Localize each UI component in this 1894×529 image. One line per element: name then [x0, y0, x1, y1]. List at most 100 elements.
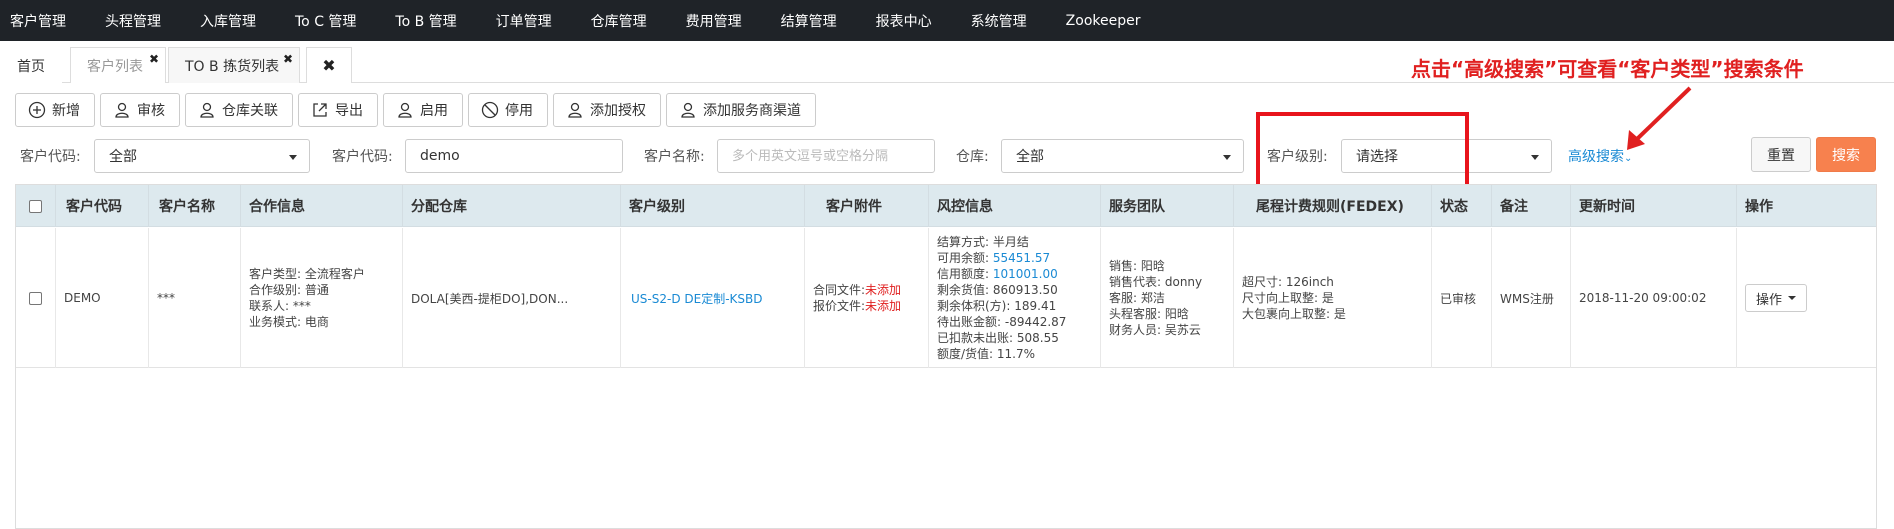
risk-deducted: 已扣款未出账: 508.55: [937, 331, 1059, 345]
risk-goods-value: 剩余货值: 860913.50: [937, 283, 1058, 297]
close-icon[interactable]: ✖: [149, 52, 159, 66]
add-authorization-button[interactable]: 添加授权: [553, 93, 661, 127]
nav-item-warehouse[interactable]: 仓库管理: [591, 11, 647, 31]
nav-item-toc[interactable]: To C 管理: [295, 11, 356, 31]
risk-volume: 剩余体积(方): 189.41: [937, 299, 1057, 313]
select-all-checkbox[interactable]: [29, 199, 42, 213]
header-customer-level: 客户级别: [621, 185, 805, 227]
risk-credit: 信用额度: 101001.00: [937, 266, 1066, 282]
tab-customer-list[interactable]: 客户列表 ✖: [70, 47, 166, 83]
cell-warehouse: DOLA[美西-提柜DO],DON...: [403, 228, 621, 368]
customer-code-input[interactable]: [420, 148, 622, 164]
cell-updated-time: 2018-11-20 09:00:02: [1571, 228, 1737, 368]
team-line: 销售代表: donny: [1109, 275, 1203, 289]
cell-customer-level: US-S2-D DE定制-KSBD: [621, 228, 805, 368]
nav-item-report[interactable]: 报表中心: [876, 11, 932, 31]
button-label: 添加授权: [590, 103, 646, 119]
attachment-label: 报价文件:: [813, 299, 866, 313]
cell-remark: WMS注册: [1492, 228, 1571, 368]
nav-item-fee[interactable]: 费用管理: [686, 11, 742, 31]
header-coop-info: 合作信息: [241, 185, 403, 227]
annotation-text: 点击“高级搜索”可查看“客户类型”搜索条件: [1411, 57, 1804, 81]
table-row: DEMO *** 客户类型: 全流程客户 合作级别: 普通 联系人: *** 业…: [16, 228, 1876, 368]
tab-label: 首页: [17, 58, 45, 75]
operation-dropdown-button[interactable]: 操作: [1745, 284, 1808, 312]
disable-button[interactable]: 停用: [468, 93, 548, 127]
nav-item-zookeeper[interactable]: Zookeeper: [1066, 13, 1141, 29]
link-warehouse-button[interactable]: 仓库关联: [185, 93, 293, 127]
cell-service-team: 销售: 阳晗 销售代表: donny 客服: 郑洁 头程客服: 阳晗 财务人员:…: [1101, 228, 1234, 368]
table-header: 客户代码 客户名称 合作信息 分配仓库 客户级别 客户附件 风控信息 服务团队 …: [16, 185, 1876, 227]
risk-balance-value[interactable]: 55451.57: [993, 251, 1050, 265]
export-icon: [313, 103, 327, 117]
search-button[interactable]: 搜索: [1816, 137, 1876, 172]
nav-item-system[interactable]: 系统管理: [971, 11, 1027, 31]
ban-icon: [481, 101, 499, 119]
team-line: 财务人员: 吴苏云: [1109, 323, 1201, 337]
header-updated-time: 更新时间: [1571, 185, 1737, 227]
fedex-line: 尺寸向上取整: 是: [1242, 291, 1334, 305]
nav-item-tob[interactable]: To B 管理: [395, 11, 456, 31]
risk-pending: 待出账金额: -89442.87: [937, 315, 1067, 329]
reset-button[interactable]: 重置: [1751, 137, 1811, 172]
nav-item-customer[interactable]: 客户管理: [10, 11, 66, 31]
toolbar: 新增 审核 仓库关联 导出 启用 停用 添加授权 添加服务商渠道: [15, 93, 821, 127]
attachment-line: 合同文件:未添加: [813, 282, 901, 298]
cell-risk-info: 结算方式: 半月结 可用余额: 55451.57 信用额度: 101001.00…: [929, 228, 1101, 368]
row-select-cell: [16, 228, 56, 368]
add-button[interactable]: 新增: [15, 93, 95, 127]
team-line: 头程客服: 阳晗: [1109, 307, 1189, 321]
warehouse-select[interactable]: 全部: [1001, 139, 1244, 173]
header-attachments: 客户附件: [805, 185, 929, 227]
user-icon: [568, 102, 582, 118]
team-line: 销售: 阳晗: [1109, 259, 1165, 273]
button-label: 启用: [420, 103, 448, 119]
enable-button[interactable]: 启用: [383, 93, 463, 127]
close-all-tabs-button[interactable]: ✖: [306, 47, 352, 83]
risk-ratio: 额度/货值: 11.7%: [937, 347, 1036, 361]
nav-item-settlement[interactable]: 结算管理: [781, 11, 837, 31]
user-icon: [115, 102, 129, 118]
header-risk-info: 风控信息: [929, 185, 1101, 227]
nav-item-inbound[interactable]: 入库管理: [200, 11, 256, 31]
advanced-search-link[interactable]: 高级搜索⌄: [1568, 146, 1632, 166]
header-warehouse: 分配仓库: [403, 185, 621, 227]
row-checkbox[interactable]: [29, 291, 42, 305]
fedex-line: 超尺寸: 126inch: [1242, 275, 1334, 289]
cell-fedex-rule: 超尺寸: 126inch 尺寸向上取整: 是 大包裹向上取整: 是: [1234, 228, 1432, 368]
cell-status: 已审核: [1432, 228, 1492, 368]
customer-code-input-box: [405, 139, 623, 173]
attachment-status[interactable]: 未添加: [865, 283, 901, 297]
risk-credit-value[interactable]: 101001.00: [993, 267, 1058, 281]
customer-code-select[interactable]: 全部: [94, 139, 310, 173]
customer-name-input[interactable]: [732, 148, 934, 164]
button-label: 停用: [505, 103, 533, 119]
add-provider-channel-button[interactable]: 添加服务商渠道: [666, 93, 816, 127]
select-value: 全部: [1016, 149, 1044, 165]
user-icon: [681, 102, 695, 118]
audit-button[interactable]: 审核: [100, 93, 180, 127]
tab-label: TO B 拣货列表: [185, 58, 280, 75]
caret-down-icon: [1788, 296, 1797, 300]
tab-home[interactable]: 首页: [0, 47, 62, 83]
nav-item-order[interactable]: 订单管理: [496, 11, 552, 31]
warehouse-label: 仓库:: [956, 149, 989, 165]
header-select-all: [16, 185, 56, 227]
user-icon: [200, 102, 214, 118]
nav-item-firstleg[interactable]: 头程管理: [105, 11, 161, 31]
customer-code-select-label: 客户代码:: [20, 149, 81, 165]
tab-tob-picking-list[interactable]: TO B 拣货列表 ✖: [168, 47, 300, 83]
user-icon: [398, 102, 412, 118]
header-service-team: 服务团队: [1101, 185, 1234, 227]
coop-line: 合作级别: 普通: [249, 283, 329, 297]
export-button[interactable]: 导出: [298, 93, 378, 127]
customer-name-label: 客户名称:: [644, 149, 705, 165]
close-icon[interactable]: ✖: [283, 52, 293, 66]
customer-level-link[interactable]: US-S2-D DE定制-KSBD: [631, 290, 762, 307]
attachment-label: 合同文件:: [813, 283, 866, 297]
fedex-line: 大包裹向上取整: 是: [1242, 307, 1346, 321]
attachment-line: 报价文件:未添加: [813, 298, 901, 314]
attachment-status[interactable]: 未添加: [865, 299, 901, 313]
header-fedex-rule: 尾程计费规则(FEDEX): [1234, 185, 1432, 227]
cell-customer-name: ***: [149, 228, 241, 368]
